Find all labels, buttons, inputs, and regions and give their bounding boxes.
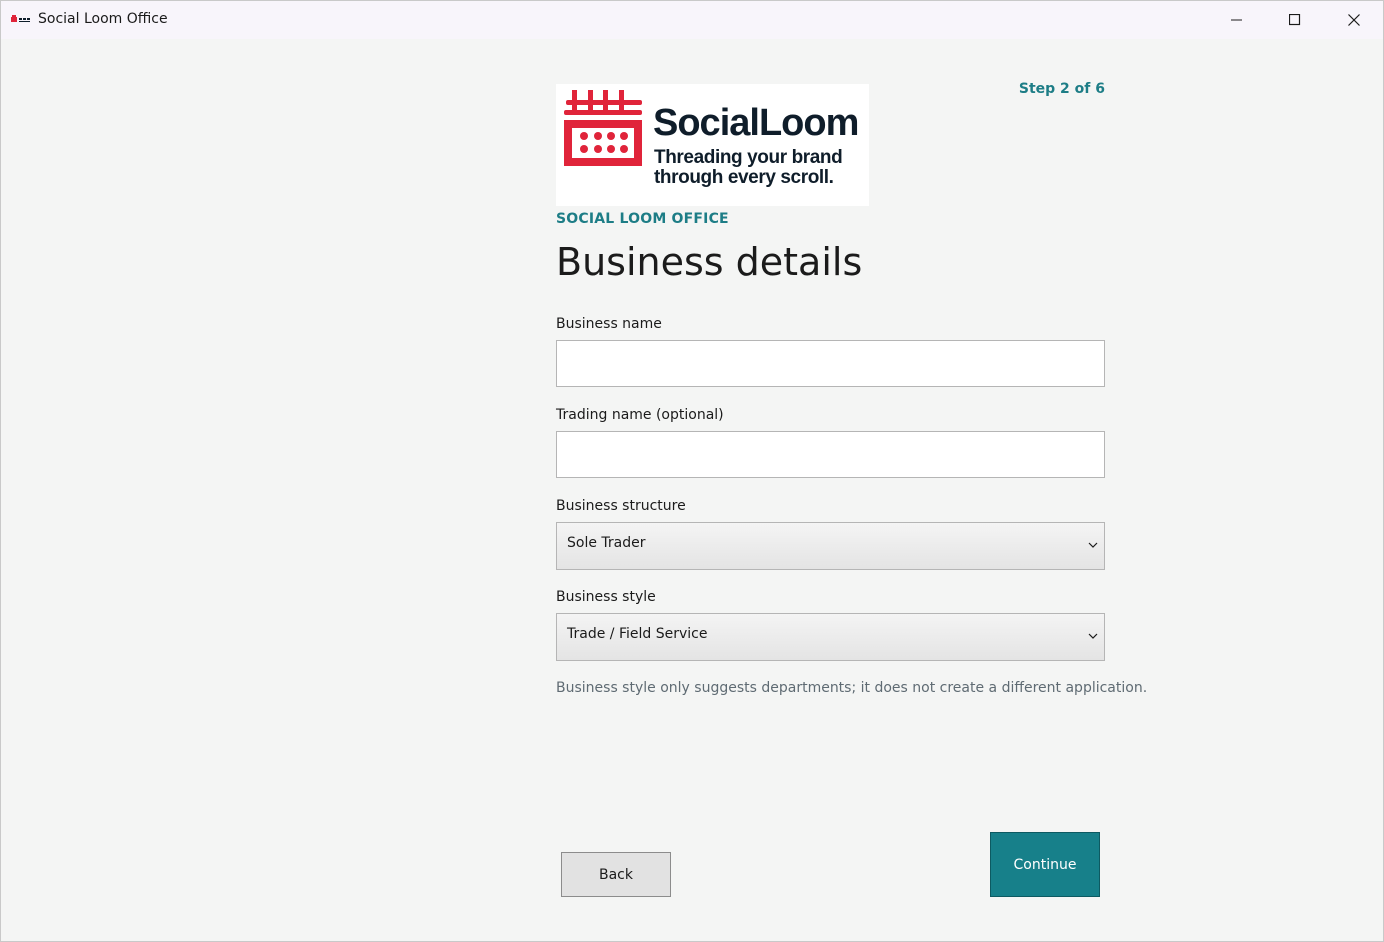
- business-name-label: Business name: [556, 316, 662, 332]
- trading-name-label: Trading name (optional): [556, 407, 724, 423]
- app-eyebrow: SOCIAL LOOM OFFICE: [556, 211, 729, 227]
- business-structure-label: Business structure: [556, 498, 686, 514]
- continue-button[interactable]: Continue: [990, 832, 1100, 897]
- maximize-icon: [1289, 14, 1301, 26]
- back-button[interactable]: Back: [561, 852, 671, 897]
- social-loom-app-icon: [11, 15, 30, 22]
- business-style-select[interactable]: Trade / Field Service: [556, 613, 1105, 661]
- close-button[interactable]: [1325, 1, 1383, 39]
- business-style-value: Trade / Field Service: [567, 626, 708, 642]
- minimize-icon: [1231, 19, 1242, 21]
- step-indicator: Step 2 of 6: [1018, 81, 1105, 97]
- business-style-label: Business style: [556, 589, 656, 605]
- brand-logo: SocialLoom Threading your brand through …: [556, 84, 869, 206]
- chevron-down-icon: [1088, 633, 1098, 639]
- business-structure-value: Sole Trader: [567, 535, 646, 551]
- business-structure-select[interactable]: Sole Trader: [556, 522, 1105, 570]
- business-name-input[interactable]: [556, 340, 1105, 387]
- business-style-hint: Business style only suggests departments…: [556, 680, 1148, 696]
- loom-icon: [564, 90, 642, 166]
- logo-name: SocialLoom: [653, 102, 859, 144]
- page-title: Business details: [556, 240, 863, 284]
- chevron-down-icon: [1088, 542, 1098, 548]
- title-bar[interactable]: Social Loom Office: [1, 1, 1383, 39]
- trading-name-input[interactable]: [556, 431, 1105, 478]
- app-window: Social Loom Office Step 2 of 6 SocialLoo…: [0, 0, 1384, 942]
- window-title: Social Loom Office: [38, 11, 168, 27]
- minimize-button[interactable]: [1208, 1, 1266, 39]
- logo-tagline: Threading your brand through every scrol…: [654, 147, 843, 188]
- close-icon: [1348, 14, 1360, 26]
- maximize-button[interactable]: [1266, 1, 1324, 39]
